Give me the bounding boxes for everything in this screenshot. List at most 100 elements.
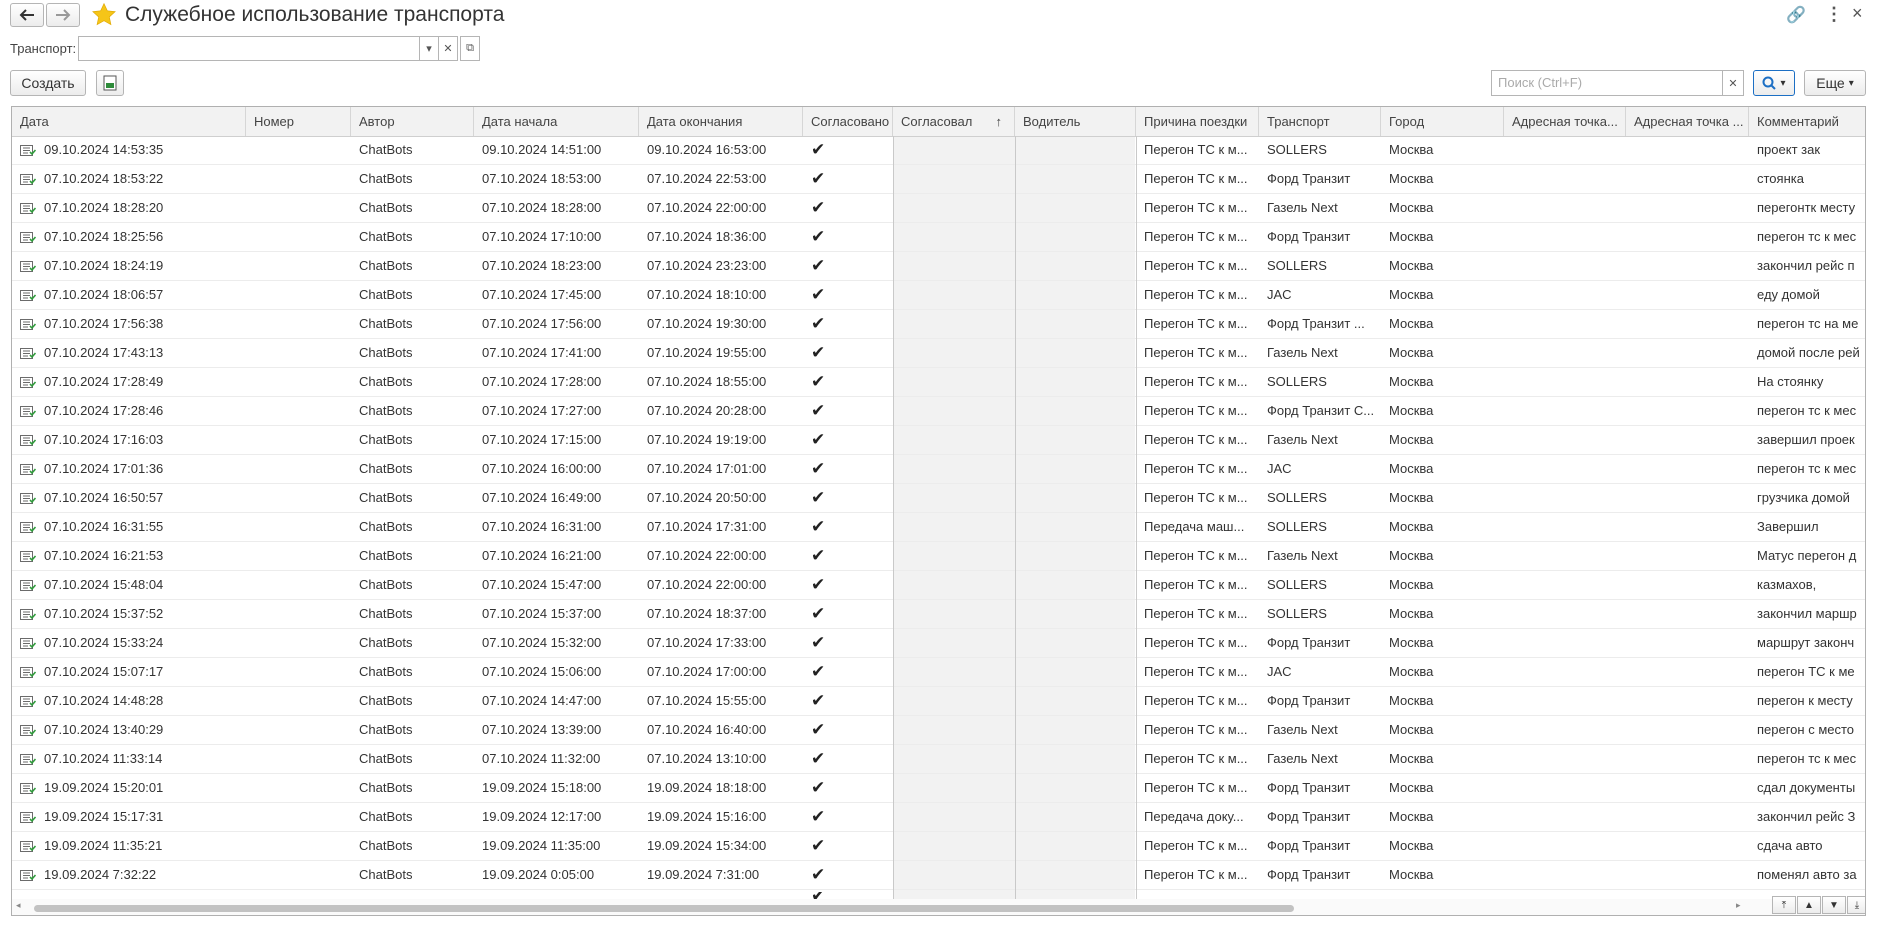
cell-transport: Форд Транзит — [1267, 867, 1351, 882]
table-row[interactable]: 07.10.2024 17:16:03 ChatBots 07.10.2024 17… — [12, 426, 1865, 455]
table-row[interactable]: 09.10.2024 14:53:35 ChatBots 09.10.2024 14… — [12, 136, 1865, 165]
scroll-left-icon[interactable]: ◂ — [16, 900, 21, 911]
approved-check-icon: ✔ — [811, 256, 826, 275]
cell-comment: перегон к месту — [1757, 693, 1853, 708]
table-row[interactable]: 07.10.2024 18:53:22 ChatBots 07.10.2024 18… — [12, 165, 1865, 194]
more-button[interactable]: Еще ▾ — [1804, 70, 1866, 96]
col-driver[interactable]: Водитель — [1015, 107, 1136, 136]
cell-comment: перегон тс к мес — [1757, 461, 1857, 476]
table-row[interactable]: 19.09.2024 7:32:22 ChatBots 19.09.2024 0:0… — [12, 861, 1865, 890]
table-row[interactable]: 07.10.2024 18:24:19 ChatBots 07.10.2024 18… — [12, 252, 1865, 281]
scrollbar-thumb[interactable] — [34, 905, 1294, 912]
cell-author: ChatBots — [359, 606, 413, 621]
cell-comment: перегон тс к мес — [1757, 403, 1857, 418]
cell-city: Москва — [1389, 577, 1434, 592]
cell-end: 19.09.2024 18:18:00 — [647, 780, 767, 795]
approved-check-icon: ✔ — [811, 778, 826, 797]
search-button[interactable]: ▾ — [1753, 70, 1795, 96]
cell-transport: Газель Next — [1267, 548, 1338, 563]
cell-city: Москва — [1389, 606, 1434, 621]
col-city[interactable]: Город — [1381, 107, 1504, 136]
col-date[interactable]: Дата — [12, 107, 246, 136]
approved-check-icon: ✔ — [811, 198, 826, 217]
transport-filter-input[interactable] — [78, 36, 420, 61]
table-row[interactable]: 07.10.2024 18:25:56 ChatBots 07.10.2024 17… — [12, 223, 1865, 252]
cell-start: 07.10.2024 15:37:00 — [482, 606, 602, 621]
cell-end: 19.09.2024 15:34:00 — [647, 838, 767, 853]
col-start[interactable]: Дата начала — [474, 107, 639, 136]
scroll-right-icon[interactable]: ▸ — [1736, 900, 1741, 911]
scroll-down-button[interactable]: ▼ — [1822, 896, 1846, 914]
col-approver[interactable]: Согласовал ↑ — [893, 107, 1015, 136]
scroll-bottom-button[interactable]: ⤓ — [1847, 896, 1865, 914]
cell-comment: сдал документы — [1757, 780, 1856, 795]
col-end[interactable]: Дата окончания — [639, 107, 803, 136]
cell-date: 07.10.2024 17:01:36 — [44, 461, 164, 476]
forward-button[interactable] — [46, 3, 80, 27]
table-row[interactable]: 07.10.2024 14:48:28 ChatBots 07.10.2024 14… — [12, 687, 1865, 716]
cell-date: 07.10.2024 18:25:56 — [44, 229, 164, 244]
table-row[interactable]: 07.10.2024 16:50:57 ChatBots 07.10.2024 16… — [12, 484, 1865, 513]
col-addr1[interactable]: Адресная точка... — [1504, 107, 1626, 136]
search-input[interactable]: Поиск (Ctrl+F) — [1491, 70, 1729, 96]
scroll-up-icon: ▲ — [1804, 899, 1814, 911]
cell-reason: Перегон ТС к м... — [1144, 316, 1248, 331]
table-row[interactable]: 07.10.2024 15:33:24 ChatBots 07.10.2024 15… — [12, 629, 1865, 658]
col-number[interactable]: Номер — [246, 107, 351, 136]
column-divider — [1015, 136, 1016, 899]
table-row[interactable]: 07.10.2024 15:48:04 ChatBots 07.10.2024 15… — [12, 571, 1865, 600]
col-transport[interactable]: Транспорт — [1259, 107, 1381, 136]
export-button[interactable] — [96, 70, 124, 96]
back-button[interactable] — [10, 3, 44, 27]
link-icon[interactable]: 🔗 — [1786, 5, 1806, 25]
close-icon[interactable]: × — [1852, 3, 1863, 24]
col-addr2[interactable]: Адресная точка ... — [1626, 107, 1749, 136]
clear-button[interactable]: ✕ — [438, 36, 458, 61]
table-row[interactable]: 07.10.2024 17:56:38 ChatBots 07.10.2024 17… — [12, 310, 1865, 339]
col-comment[interactable]: Комментарий — [1749, 107, 1865, 136]
dropdown-button[interactable]: ▾ — [419, 36, 439, 61]
table-row[interactable]: 07.10.2024 17:28:46 ChatBots 07.10.2024 17… — [12, 397, 1865, 426]
horizontal-scrollbar[interactable]: ◂ ▸ ⤒ ▲ ▼ ⤓ — [12, 896, 1865, 915]
table-row[interactable]: 07.10.2024 18:28:20 ChatBots 07.10.2024 18… — [12, 194, 1865, 223]
table-row[interactable]: 07.10.2024 17:28:49 ChatBots 07.10.2024 17… — [12, 368, 1865, 397]
more-vertical-icon[interactable]: ⋮ — [1825, 4, 1843, 25]
col-approved[interactable]: Согласовано — [803, 107, 893, 136]
cell-comment: перегон с место — [1757, 722, 1855, 737]
approved-check-icon: ✔ — [811, 169, 826, 188]
cell-start: 07.10.2024 16:31:00 — [482, 519, 602, 534]
cell-transport: SOLLERS — [1267, 258, 1327, 273]
cell-author: ChatBots — [359, 461, 413, 476]
cell-date: 19.09.2024 11:35:21 — [44, 838, 163, 853]
create-button[interactable]: Создать — [10, 70, 86, 96]
cell-reason: Перегон ТС к м... — [1144, 403, 1248, 418]
table-row[interactable]: 07.10.2024 11:33:14 ChatBots 07.10.2024 11… — [12, 745, 1865, 774]
cell-reason: Перегон ТС к м... — [1144, 838, 1248, 853]
table-row[interactable]: 07.10.2024 17:43:13 ChatBots 07.10.2024 17… — [12, 339, 1865, 368]
table-row[interactable]: 19.09.2024 15:20:01 ChatBots 19.09.2024 15… — [12, 774, 1865, 803]
cell-end: 07.10.2024 15:55:00 — [647, 693, 767, 708]
table-row[interactable]: 07.10.2024 17:01:36 ChatBots 07.10.2024 16… — [12, 455, 1865, 484]
approved-check-icon: ✔ — [811, 633, 826, 652]
table-row[interactable]: 07.10.2024 15:07:17 ChatBots 07.10.2024 15… — [12, 658, 1865, 687]
table-row[interactable]: 07.10.2024 13:40:29 ChatBots 07.10.2024 13… — [12, 716, 1865, 745]
col-author[interactable]: Автор — [351, 107, 474, 136]
cell-city: Москва — [1389, 374, 1434, 389]
open-button[interactable]: ⧉ — [460, 36, 480, 61]
cell-city: Москва — [1389, 664, 1434, 679]
data-table[interactable]: Дата Номер Автор Дата начала Дата оконча… — [11, 106, 1866, 916]
table-row[interactable]: 07.10.2024 16:31:55 ChatBots 07.10.2024 16… — [12, 513, 1865, 542]
table-row[interactable]: 07.10.2024 16:21:53 ChatBots 07.10.2024 16… — [12, 542, 1865, 571]
table-row[interactable]: 19.09.2024 15:17:31 ChatBots 19.09.2024 12… — [12, 803, 1865, 832]
favorite-star-icon[interactable] — [91, 2, 117, 31]
table-row[interactable]: 19.09.2024 11:35:21 ChatBots 19.09.2024 11… — [12, 832, 1865, 861]
table-row[interactable]: 07.10.2024 18:06:57 ChatBots 07.10.2024 17… — [12, 281, 1865, 310]
col-reason[interactable]: Причина поездки — [1136, 107, 1259, 136]
table-row[interactable]: 07.10.2024 15:37:52 ChatBots 07.10.2024 15… — [12, 600, 1865, 629]
search-clear-button[interactable]: ✕ — [1722, 70, 1744, 96]
cell-author: ChatBots — [359, 548, 413, 563]
cell-city: Москва — [1389, 258, 1434, 273]
scroll-top-button[interactable]: ⤒ — [1772, 896, 1796, 914]
cell-start: 07.10.2024 17:27:00 — [482, 403, 602, 418]
scroll-up-button[interactable]: ▲ — [1797, 896, 1821, 914]
